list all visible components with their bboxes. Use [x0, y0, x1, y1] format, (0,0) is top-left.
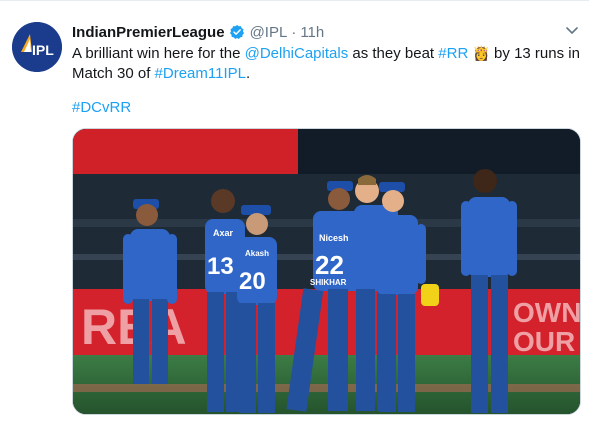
jersey-name-akash: Akash — [245, 249, 269, 258]
avatar[interactable]: IPL — [12, 22, 62, 72]
jersey-number-22: 22 — [315, 250, 344, 280]
chevron-down-icon[interactable] — [564, 22, 580, 38]
verified-badge-icon — [229, 24, 245, 40]
jersey-number-13: 13 — [207, 253, 234, 280]
text-part: A brilliant win here for the — [72, 45, 245, 62]
match-photo: REA OWN OUR Axar 13 — [73, 129, 581, 414]
hashtag-dcvrr-link[interactable]: #DCvRR — [72, 98, 131, 118]
hashtag-dream11ipl-link[interactable]: #Dream11IPL — [155, 65, 246, 82]
emoji: 👸 — [472, 45, 490, 61]
top-divider — [0, 0, 589, 1]
tweet-header: IndianPremierLeague @IPL · 11h — [72, 22, 324, 42]
jersey-name-shikhar: SHIKHAR — [310, 278, 347, 287]
svg-text:Nicesh: Nicesh — [319, 233, 349, 243]
ipl-logo: IPL — [12, 22, 62, 72]
tweet-photo[interactable]: REA OWN OUR Axar 13 — [72, 128, 581, 415]
text-part: as they beat — [348, 45, 439, 62]
board-text-right-top: OWN — [513, 297, 581, 328]
timestamp[interactable]: 11h — [300, 24, 324, 41]
text-part: . — [245, 65, 251, 82]
stadium-banner — [73, 129, 298, 174]
board-text-right-bottom: OUR — [513, 326, 575, 357]
hashtag-rr-link[interactable]: #RR — [438, 45, 468, 62]
avatar-text: IPL — [32, 42, 54, 58]
separator-dot: · — [291, 23, 297, 41]
handle[interactable]: @IPL — [250, 24, 288, 41]
jersey-name-axar: Axar — [213, 228, 234, 238]
display-name[interactable]: IndianPremierLeague — [72, 24, 225, 41]
mention-link[interactable]: @DelhiCapitals — [245, 45, 349, 62]
tweet-text: A brilliant win here for the @DelhiCapit… — [72, 43, 582, 84]
jersey-number-20: 20 — [239, 268, 266, 295]
